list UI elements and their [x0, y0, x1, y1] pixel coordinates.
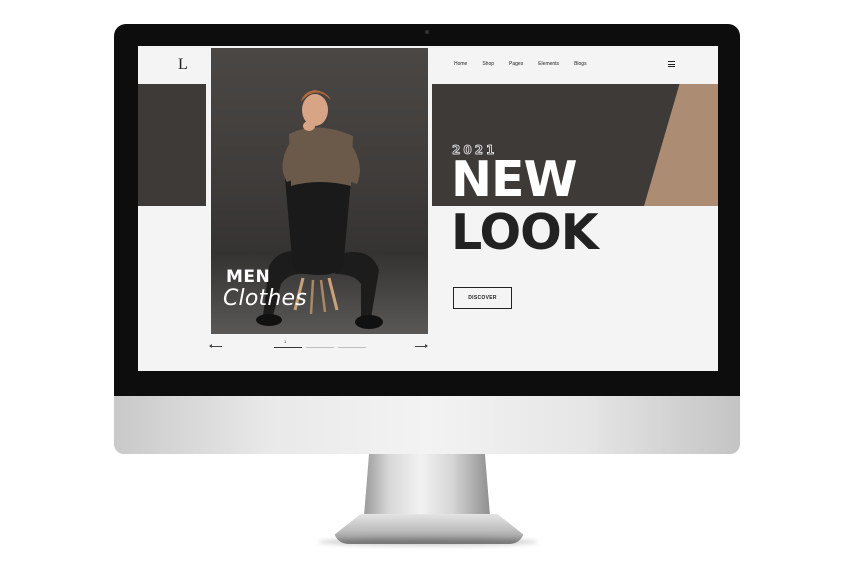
nav-item-pages[interactable]: Pages	[509, 61, 523, 67]
monitor-mockup: L Home Shop Pages Elements Blogs MEN Clo…	[0, 0, 855, 569]
nav-item-shop[interactable]: Shop	[482, 61, 494, 67]
pager-current-number: 1	[284, 339, 287, 344]
hero-title-clothes: Clothes	[223, 286, 307, 311]
hero-photo: MEN Clothes	[211, 48, 428, 334]
arrow-right-icon[interactable]	[415, 344, 428, 348]
monitor-chin	[114, 396, 740, 454]
monitor-stand-neck	[364, 454, 490, 516]
pager-indicator[interactable]	[306, 347, 334, 348]
dark-band-left	[138, 84, 206, 206]
headline-look: LOOK	[451, 204, 599, 261]
site-logo[interactable]: L	[178, 56, 188, 74]
website-screen: L Home Shop Pages Elements Blogs MEN Clo…	[138, 46, 718, 371]
nav-item-blogs[interactable]: Blogs	[574, 61, 587, 67]
arrow-left-icon[interactable]	[209, 344, 222, 348]
headline-new: NEW	[451, 151, 578, 208]
discover-button[interactable]: DISCOVER	[453, 287, 512, 309]
hero-title-men: MEN	[226, 267, 271, 287]
nav-item-home[interactable]: Home	[454, 61, 467, 67]
nav-item-elements[interactable]: Elements	[538, 61, 559, 67]
pager-indicator[interactable]	[338, 347, 366, 348]
camera-dot	[425, 30, 429, 34]
monitor-stand-shadow	[318, 538, 538, 546]
main-nav: Home Shop Pages Elements Blogs	[454, 61, 602, 67]
hamburger-icon[interactable]	[668, 61, 675, 67]
pager-indicator-active[interactable]	[274, 347, 302, 348]
